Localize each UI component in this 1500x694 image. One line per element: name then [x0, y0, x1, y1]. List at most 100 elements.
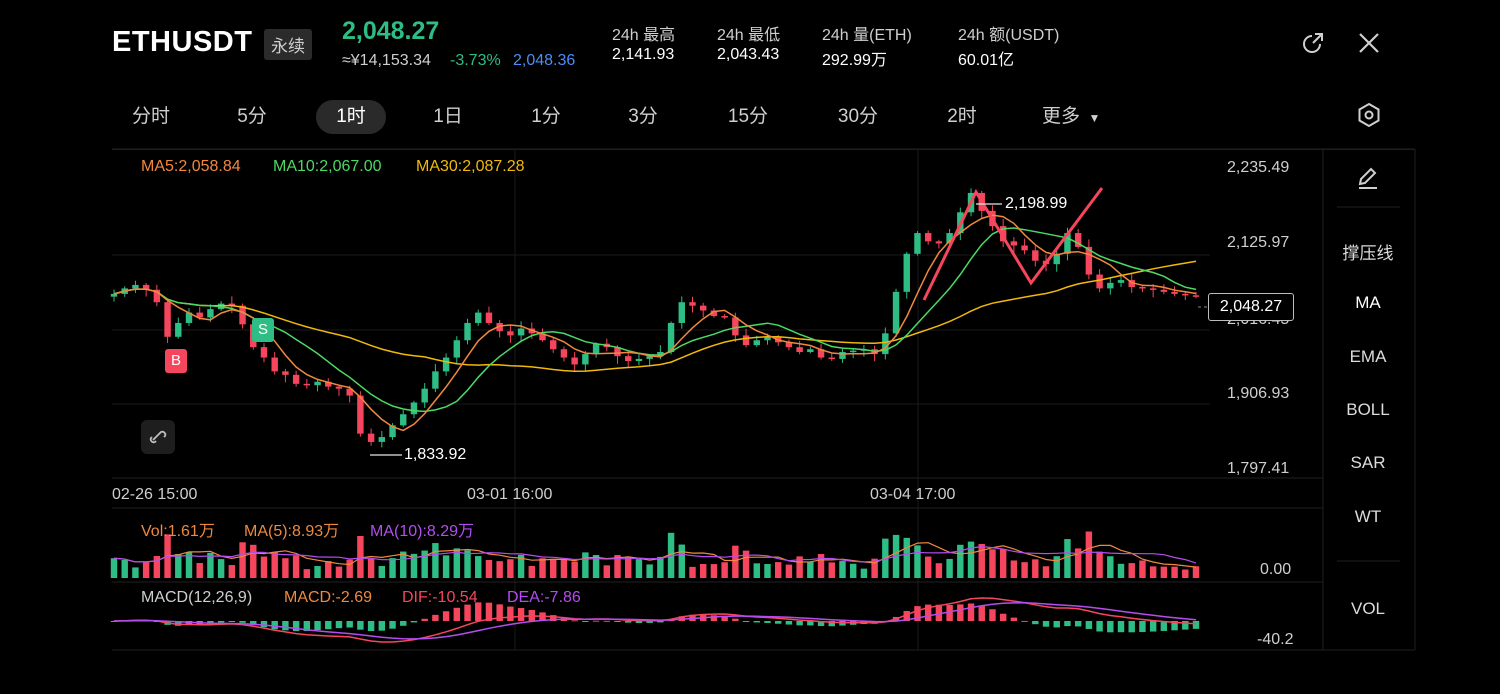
macd-bar [325, 621, 332, 630]
macd-bar [1010, 617, 1018, 621]
volume-bar [764, 563, 771, 578]
candle-body [175, 322, 182, 337]
macd-bar [378, 621, 386, 631]
candle [935, 239, 943, 249]
volume-bar [314, 566, 321, 578]
volume-bar [560, 558, 568, 578]
volume-bar [924, 556, 932, 578]
candle-body [410, 402, 418, 415]
macd-bar [1139, 621, 1146, 633]
side-vol[interactable]: VOL [1323, 599, 1413, 619]
candle-body [1021, 245, 1028, 251]
volume-bar [1149, 566, 1157, 578]
ma5-legend: MA5:2,058.84 [141, 158, 241, 175]
macd-bar [989, 609, 996, 621]
side-ma[interactable]: MA [1323, 293, 1413, 313]
price-tick: 2,235.49 [1227, 159, 1290, 176]
macd-bar [421, 618, 428, 621]
current-price-tag: 2,048.27 [1208, 293, 1294, 321]
side-wt[interactable]: WT [1323, 507, 1413, 527]
side-boll[interactable]: BOLL [1323, 400, 1413, 420]
volume-bar [1182, 569, 1189, 578]
sell-marker[interactable]: S [252, 318, 274, 342]
draw-mode-toggle[interactable] [141, 420, 175, 454]
candle-body [517, 328, 525, 336]
candle [496, 319, 503, 338]
dea-legend: DEA:-7.86 [507, 589, 581, 606]
candle [410, 400, 418, 419]
volume-bar [785, 564, 793, 578]
macd-legend: MACD:-2.69 [284, 589, 373, 606]
buy-marker[interactable]: B [165, 349, 187, 373]
candle-body [935, 241, 943, 244]
candle [1032, 245, 1039, 267]
macd-bar [999, 613, 1007, 621]
macd-bar [1117, 621, 1125, 633]
volume-bar [335, 566, 343, 578]
macd-title: MACD(12,26,9) [141, 589, 253, 606]
macd-bar [239, 621, 246, 623]
candle-body [592, 343, 600, 355]
macd-bar [1042, 621, 1050, 627]
dif-legend: DIF:-10.54 [402, 589, 478, 606]
volume-bar [849, 563, 857, 578]
time-tick: 03-01 16:00 [467, 486, 553, 503]
candle [367, 428, 375, 446]
macd-bar [442, 611, 450, 621]
candle [721, 314, 728, 319]
volume-bar [582, 552, 589, 578]
candle [924, 230, 932, 245]
candle [560, 346, 568, 362]
pencil-icon[interactable] [1355, 165, 1381, 191]
candle [582, 351, 589, 372]
candle-body [1182, 293, 1189, 296]
macd-bar [614, 621, 621, 622]
candle-body [1192, 295, 1200, 297]
candle-body [110, 293, 118, 297]
high-price-label: 2,198.99 [1005, 195, 1068, 212]
ma5-line [113, 214, 1197, 432]
volume-bar [989, 549, 996, 578]
macd-bar [389, 621, 396, 629]
candle-body [485, 312, 493, 323]
volume-bar [807, 561, 814, 578]
macd-bar [357, 621, 364, 630]
macd-bar [432, 614, 439, 621]
volume-bar [217, 559, 225, 578]
candle-body [742, 335, 750, 346]
macd-bar [367, 621, 375, 632]
price-tick: 1,797.41 [1227, 460, 1290, 477]
volume-bar [753, 563, 760, 578]
time-tick: 02-26 15:00 [112, 486, 198, 503]
vol-axis-tick: 0.00 [1260, 561, 1292, 578]
volume-bar [507, 559, 514, 578]
side-support-resistance[interactable]: 撑压线 [1323, 239, 1413, 264]
volume-bar [250, 544, 257, 578]
volume-bar [1192, 566, 1200, 578]
side-ema[interactable]: EMA [1323, 347, 1413, 367]
macd-bar [1074, 621, 1082, 627]
volume-bar [175, 553, 182, 578]
volume-bar [1010, 560, 1018, 578]
macd-bar [764, 621, 771, 623]
volume-bar [110, 558, 118, 578]
candle [882, 327, 889, 360]
volume-bar [646, 564, 653, 578]
side-sar[interactable]: SAR [1323, 453, 1413, 473]
macd-bar [346, 621, 353, 628]
candle [164, 299, 171, 344]
candle [292, 370, 300, 387]
macd-bar [335, 621, 343, 629]
volume-bar [1139, 560, 1146, 578]
candle-body [1107, 282, 1114, 289]
volume-bar [367, 558, 375, 578]
volume-bar [292, 555, 300, 578]
volume-bar [325, 561, 332, 578]
volume-bar [710, 564, 718, 578]
volume-bar [1042, 566, 1050, 578]
candle [507, 324, 514, 343]
candle-body [796, 347, 803, 353]
price-tick: 1,906.93 [1227, 385, 1290, 402]
macd-axis-tick: -40.2 [1257, 631, 1294, 648]
candle-body [753, 340, 760, 346]
